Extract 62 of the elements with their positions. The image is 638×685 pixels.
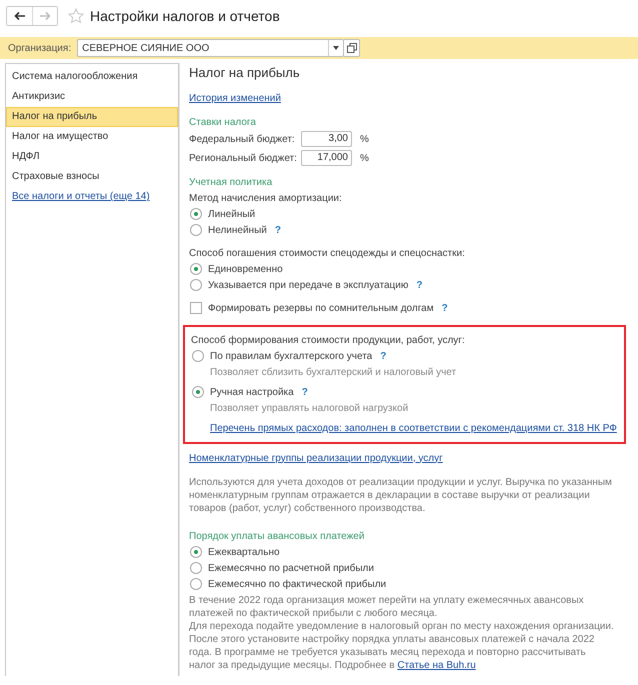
- info-note: Используются для учета доходов от реализации продукции и услуг. Выручка по указанным номенклатурным группам отражается в декларации в составе выручки от реализации товаров (работ, услуг) собственного производства.: [189, 476, 613, 515]
- radio-button[interactable]: [192, 350, 204, 362]
- text-link[interactable]: История изменений: [189, 92, 281, 104]
- group-label: Способ формирования стоимости продукции, работ, услуг:: [191, 334, 465, 346]
- group-heading: Ставки налога: [189, 116, 256, 128]
- option-label[interactable]: Линейный: [208, 208, 256, 220]
- help-link[interactable]: ?: [302, 386, 308, 398]
- forward-arrow-icon: [39, 11, 51, 21]
- organization-label: Организация:: [8, 42, 72, 54]
- back-arrow-icon: [14, 11, 26, 21]
- unit-label: %: [360, 152, 369, 164]
- help-link[interactable]: ?: [274, 224, 281, 236]
- rate-input[interactable]: 17,000: [301, 150, 352, 166]
- star-icon[interactable]: [68, 8, 84, 24]
- sidebar-item[interactable]: Налог на имущество: [6, 127, 178, 147]
- help-link[interactable]: ?: [442, 302, 448, 314]
- radio-button[interactable]: [190, 562, 202, 574]
- all-taxes-link[interactable]: Все налоги и отчеты (еще 14): [6, 187, 178, 207]
- group-label: Способ погашения стоимости спецодежды и спецоснастки:: [189, 248, 465, 258]
- field-label: Региональный бюджет:: [189, 152, 298, 164]
- sidebar-item[interactable]: НДФЛ: [6, 147, 178, 167]
- option-label[interactable]: Единовременно: [208, 264, 283, 274]
- group-heading: Учетная политика: [189, 176, 272, 188]
- sidebar-item[interactable]: Антикризис: [6, 87, 178, 107]
- option-label[interactable]: Нелинейный: [208, 224, 267, 236]
- organization-field[interactable]: СЕВЕРНОЕ СИЯНИЕ ООО: [77, 39, 344, 57]
- sidebar-item[interactable]: Страховые взносы: [6, 167, 178, 187]
- sidebar-item[interactable]: Система налогообложения: [6, 67, 178, 87]
- help-link[interactable]: ?: [416, 280, 422, 290]
- rate-input[interactable]: 3,00: [301, 131, 352, 147]
- help-link[interactable]: ?: [380, 350, 386, 362]
- option-label[interactable]: Ручная настройка: [210, 386, 294, 398]
- radio-button[interactable]: [190, 546, 202, 558]
- option-label[interactable]: Ежемесячно по расчетной прибыли: [208, 562, 374, 574]
- option-label[interactable]: Ежеквартально: [208, 546, 280, 558]
- radio-button[interactable]: [190, 263, 202, 275]
- radio-button[interactable]: [190, 208, 202, 220]
- direct-costs-link[interactable]: Перечень прямых расходов: заполнен в соответствии с рекомендациями ст. 318 НК РФ: [210, 422, 617, 434]
- caret-icon: [333, 46, 340, 50]
- option-label[interactable]: По правилам бухгалтерского учета: [210, 350, 372, 362]
- field-label: Федеральный бюджет:: [189, 134, 296, 144]
- checkbox-label[interactable]: Формировать резервы по сомнительным долгам: [208, 302, 434, 314]
- section-title: Налог на прибыль: [189, 64, 301, 82]
- info-note: В течение 2022 года организация может перейти на уплату ежемесячных авансовых платежей по фактической прибыли с любого месяца. Для перехода подайте уведомление в налоговый орган по месту нахождения организации. После этого установите настройку порядка уплаты авансовых платежей с начала 2022 года. В программе не требуется указывать месяц перехода и повторно рассчитывать налог за предыдущие месяцы. Подробнее в Статье на Buh.ru: [189, 594, 614, 672]
- window-title: Настройки налогов и отчетов: [90, 8, 280, 24]
- group-label: Метод начисления амортизации:: [189, 192, 342, 204]
- radio-button[interactable]: [190, 224, 202, 236]
- sidebar-item[interactable]: Налог на прибыль: [6, 107, 178, 127]
- checkbox[interactable]: [190, 302, 202, 314]
- option-label[interactable]: Указывается при передаче в эксплуатацию: [208, 280, 408, 290]
- group-heading: Порядок уплаты авансовых платежей: [189, 530, 364, 542]
- text-link[interactable]: Номенклатурные группы реализации продукции, услуг: [189, 452, 443, 464]
- option-hint: Позволяет управлять налоговой нагрузкой: [210, 402, 408, 414]
- radio-button[interactable]: [190, 279, 202, 291]
- windows-icon: [346, 43, 357, 53]
- article-link[interactable]: Статье на Buh.ru: [397, 660, 476, 671]
- option-label[interactable]: Ежемесячно по фактической прибыли: [208, 578, 386, 590]
- open-button[interactable]: [344, 39, 360, 57]
- radio-button[interactable]: [190, 578, 202, 590]
- option-hint: Позволяет сблизить бухгалтерский и налоговый учет: [210, 366, 456, 378]
- unit-label: %: [360, 134, 369, 144]
- radio-button[interactable]: [192, 386, 204, 398]
